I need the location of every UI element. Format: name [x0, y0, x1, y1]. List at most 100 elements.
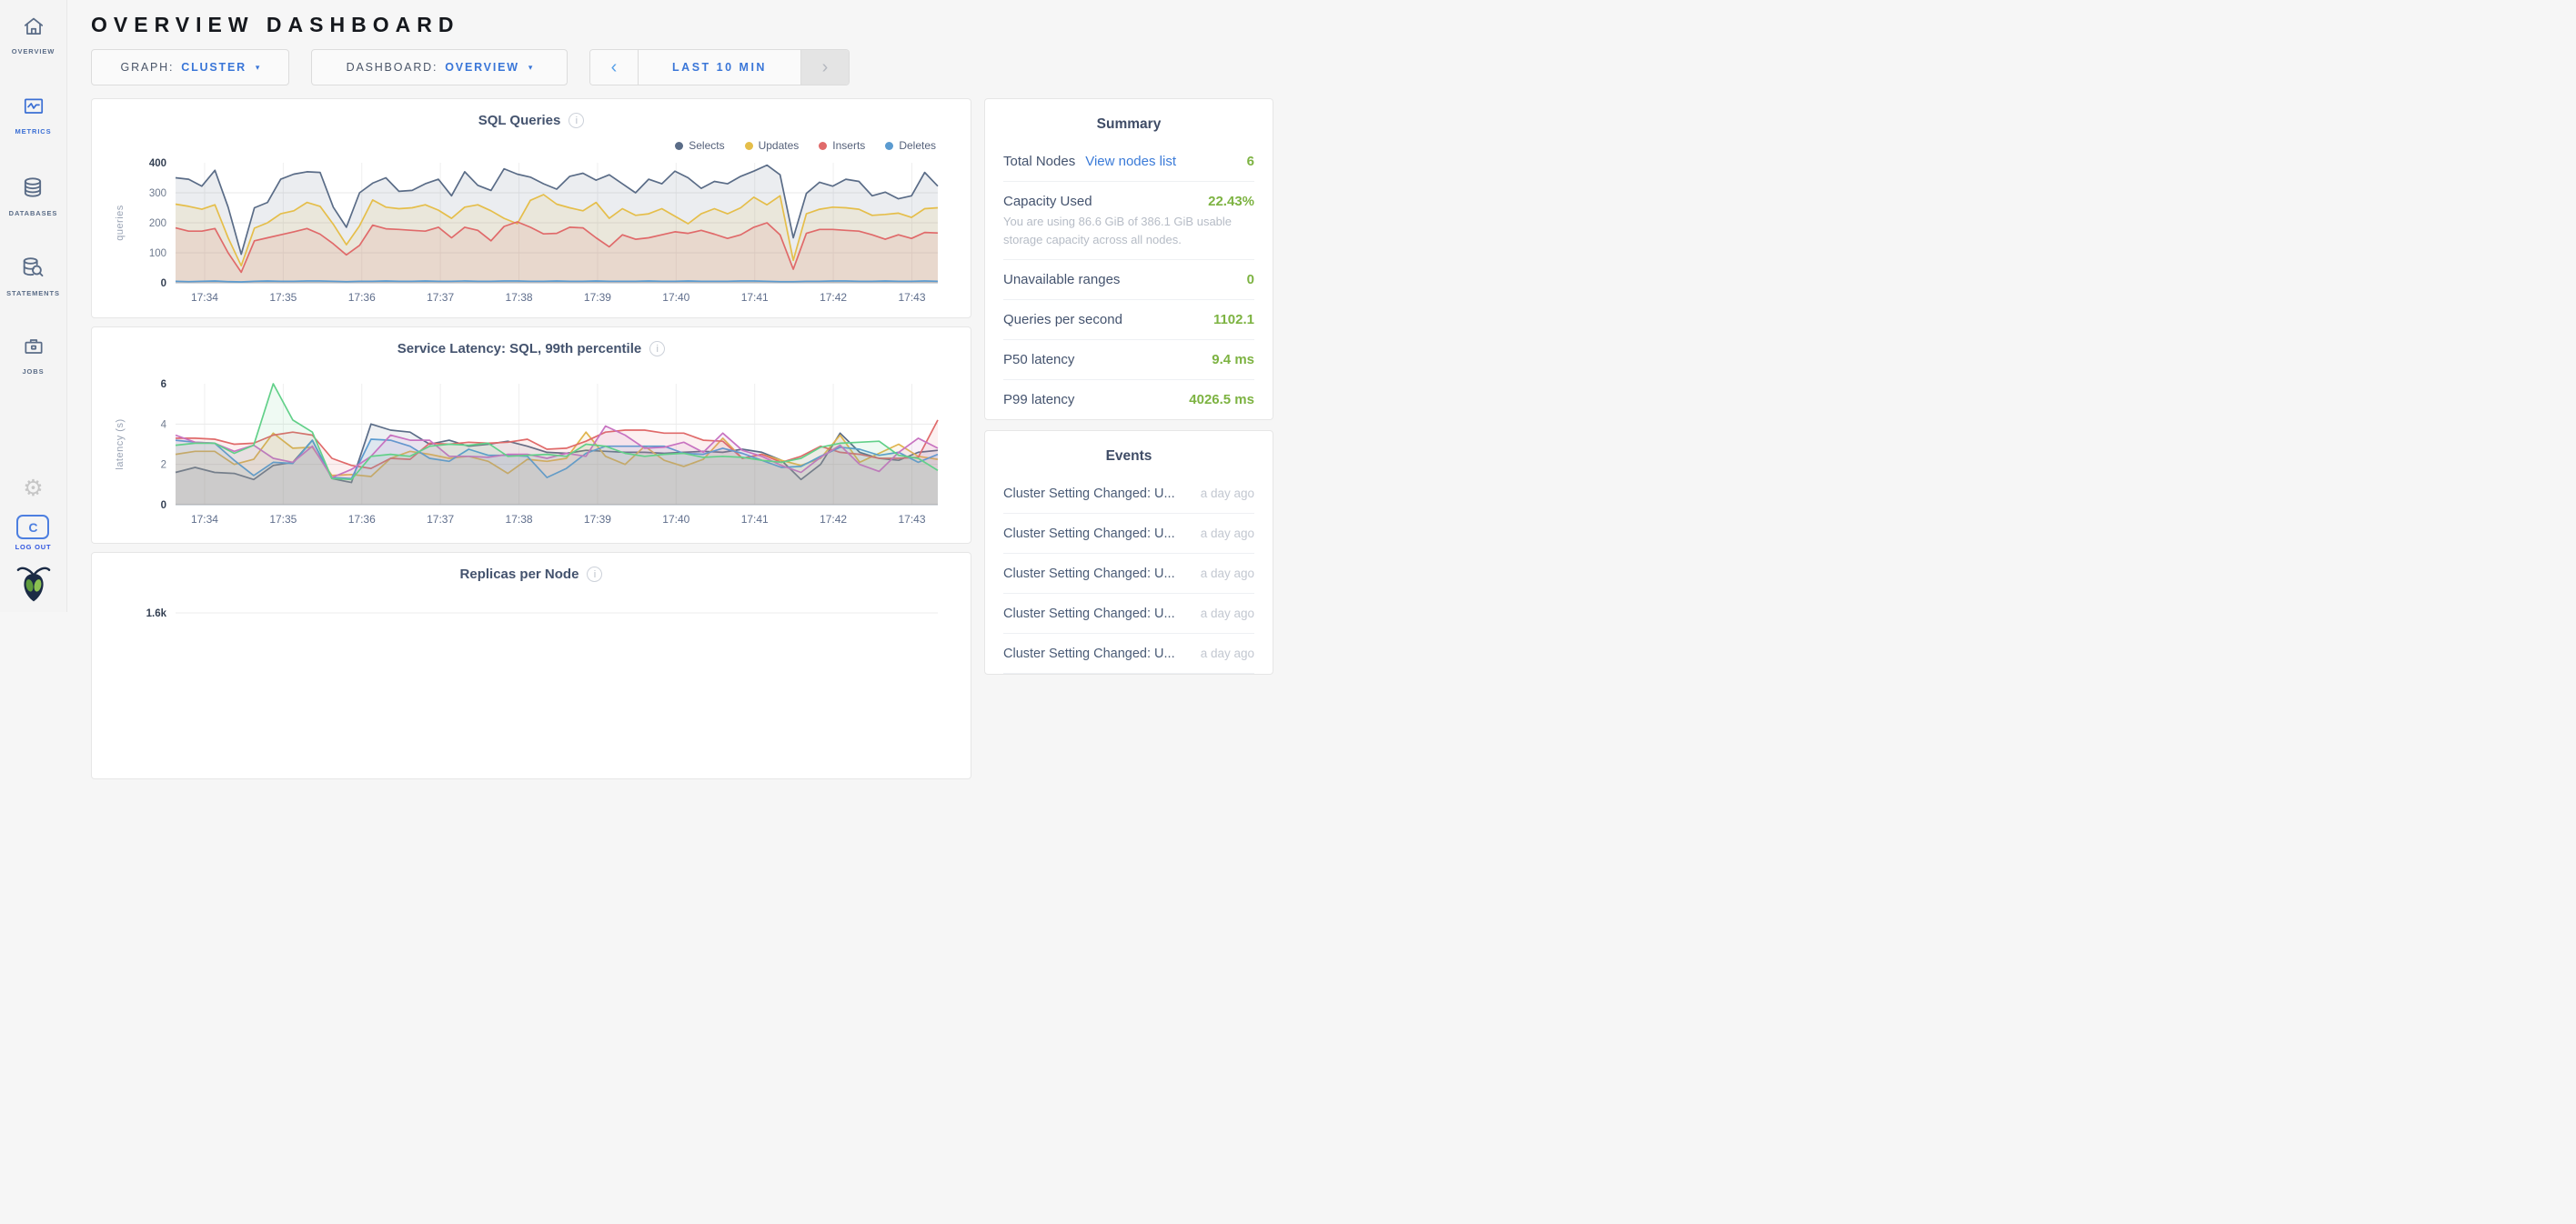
event-label: Cluster Setting Changed: U...	[1003, 527, 1175, 541]
legend-dot-icon	[819, 142, 827, 150]
summary-row-value: 22.43%	[1208, 194, 1254, 209]
svg-text:100: 100	[149, 248, 166, 259]
chart-legend: Selects Updates Inserts Deletes	[675, 139, 936, 152]
svg-text:17:40: 17:40	[662, 513, 689, 526]
summary-row-p50: P50 latency 9.4 ms	[1003, 340, 1254, 380]
svg-text:300: 300	[149, 188, 166, 199]
summary-row-value: 0	[1247, 272, 1254, 287]
svg-text:17:37: 17:37	[427, 513, 454, 526]
cockroachdb-logo	[16, 564, 51, 612]
event-label: Cluster Setting Changed: U...	[1003, 487, 1175, 501]
summary-row-unavailable-ranges: Unavailable ranges 0	[1003, 260, 1254, 300]
graph-dropdown[interactable]: GRAPH: CLUSTER ▾	[91, 49, 289, 85]
svg-text:0: 0	[161, 500, 166, 511]
charts-column: SQL Queries i Selects Updates Inserts De…	[91, 98, 971, 788]
info-icon[interactable]: i	[587, 567, 602, 582]
service-latency-chart[interactable]: 17:3417:3517:3617:3717:3817:3917:4017:41…	[92, 327, 971, 543]
svg-text:17:43: 17:43	[898, 513, 925, 526]
capacity-description: You are using 86.6 GiB of 386.1 GiB usab…	[1003, 213, 1254, 248]
time-next-button[interactable]: ›	[801, 50, 849, 85]
summary-row-label: P99 latency	[1003, 392, 1074, 407]
svg-text:200: 200	[149, 218, 166, 229]
graph-dropdown-value: CLUSTER	[181, 61, 247, 74]
logout-glyph: C	[28, 520, 37, 535]
summary-row-value: 1102.1	[1213, 312, 1254, 327]
page-title: OVERVIEW DASHBOARD	[91, 13, 1273, 37]
info-icon[interactable]: i	[649, 341, 665, 356]
svg-text:17:39: 17:39	[584, 291, 611, 304]
summary-row-p99: P99 latency 4026.5 ms	[1003, 380, 1254, 419]
event-time: a day ago	[1201, 607, 1254, 620]
svg-text:17:42: 17:42	[820, 291, 847, 304]
summary-row-value: 9.4 ms	[1212, 352, 1254, 367]
event-row: Cluster Setting Changed: U... a day ago	[1003, 554, 1254, 594]
svg-text:2: 2	[161, 460, 166, 471]
svg-text:17:40: 17:40	[662, 291, 689, 304]
chart-title: Service Latency: SQL, 99th percentile	[397, 341, 641, 356]
svg-text:17:41: 17:41	[741, 291, 769, 304]
svg-text:17:43: 17:43	[898, 291, 925, 304]
summary-row-label: Unavailable ranges	[1003, 272, 1120, 287]
event-label: Cluster Setting Changed: U...	[1003, 607, 1175, 621]
svg-text:17:34: 17:34	[191, 291, 218, 304]
summary-row-capacity-used: Capacity Used 22.43% You are using 86.6 …	[1003, 182, 1254, 260]
svg-text:latency (s): latency (s)	[115, 418, 126, 469]
summary-row-label: Total Nodes	[1003, 154, 1075, 169]
sidebar-item-label: METRICS	[15, 127, 51, 135]
sql-queries-chart[interactable]: 17:3417:3517:3617:3717:3817:3917:4017:41…	[92, 99, 971, 317]
sidebar-item-statements[interactable]: STATEMENTS	[6, 251, 60, 331]
view-nodes-list-link[interactable]: View nodes list	[1085, 154, 1176, 169]
logout-box-icon: C	[16, 515, 49, 539]
summary-row-qps: Queries per second 1102.1	[1003, 300, 1254, 340]
event-time: a day ago	[1201, 487, 1254, 500]
sidebar-item-jobs[interactable]: JOBS	[21, 331, 46, 411]
svg-text:queries: queries	[115, 205, 126, 241]
event-row: Cluster Setting Changed: U... a day ago	[1003, 594, 1254, 634]
service-latency-chart-card: Service Latency: SQL, 99th percentile i …	[91, 326, 971, 544]
time-range-control: ‹ LAST 10 MIN ›	[589, 49, 850, 85]
logout-label: LOG OUT	[15, 543, 52, 551]
svg-text:0: 0	[161, 278, 166, 289]
svg-text:17:34: 17:34	[191, 513, 218, 526]
dashboard-dropdown[interactable]: DASHBOARD: OVERVIEW ▾	[311, 49, 568, 85]
graph-dropdown-label: GRAPH:	[121, 61, 175, 74]
summary-row-value: 6	[1247, 154, 1254, 169]
controls-bar: GRAPH: CLUSTER ▾ DASHBOARD: OVERVIEW ▾ ‹…	[91, 49, 1273, 85]
svg-text:17:38: 17:38	[506, 291, 533, 304]
time-prev-button[interactable]: ‹	[590, 50, 638, 85]
replicas-per-node-chart[interactable]: 1.6k	[92, 553, 971, 778]
sidebar-item-label: OVERVIEW	[12, 47, 55, 55]
summary-panel: Summary Total Nodes View nodes list 6 Ca…	[984, 98, 1273, 420]
events-panel: Events Cluster Setting Changed: U... a d…	[984, 430, 1273, 675]
sql-queries-chart-card: SQL Queries i Selects Updates Inserts De…	[91, 98, 971, 318]
legend-label: Inserts	[832, 139, 865, 152]
sidebar-item-overview[interactable]: OVERVIEW	[12, 11, 55, 91]
info-icon[interactable]: i	[569, 113, 584, 128]
svg-text:17:36: 17:36	[348, 291, 376, 304]
dashboard-dropdown-value: OVERVIEW	[445, 61, 519, 74]
summary-row-label: Capacity Used	[1003, 194, 1092, 209]
logout-button[interactable]: C LOG OUT	[15, 515, 52, 551]
svg-text:17:41: 17:41	[741, 513, 769, 526]
svg-text:400: 400	[149, 158, 166, 169]
legend-dot-icon	[745, 142, 753, 150]
time-range-label[interactable]: LAST 10 MIN	[638, 50, 801, 85]
sidebar-item-databases[interactable]: DATABASES	[9, 171, 58, 251]
event-row: Cluster Setting Changed: U... a day ago	[1003, 514, 1254, 554]
dashboard-dropdown-label: DASHBOARD:	[347, 61, 438, 74]
sidebar-item-label: STATEMENTS	[6, 289, 60, 297]
svg-text:17:37: 17:37	[427, 291, 454, 304]
event-row: Cluster Setting Changed: U... a day ago	[1003, 634, 1254, 674]
event-time: a day ago	[1201, 527, 1254, 540]
gear-icon[interactable]: ⚙	[23, 477, 43, 500]
home-icon	[21, 15, 46, 43]
legend-item: Updates	[745, 139, 800, 152]
svg-text:6: 6	[161, 379, 166, 390]
event-label: Cluster Setting Changed: U...	[1003, 567, 1175, 581]
svg-text:4: 4	[161, 419, 167, 430]
svg-text:1.6k: 1.6k	[146, 608, 167, 619]
legend-item: Deletes	[885, 139, 936, 152]
legend-item: Selects	[675, 139, 724, 152]
sidebar-item-metrics[interactable]: METRICS	[15, 91, 51, 171]
svg-text:17:35: 17:35	[269, 513, 297, 526]
